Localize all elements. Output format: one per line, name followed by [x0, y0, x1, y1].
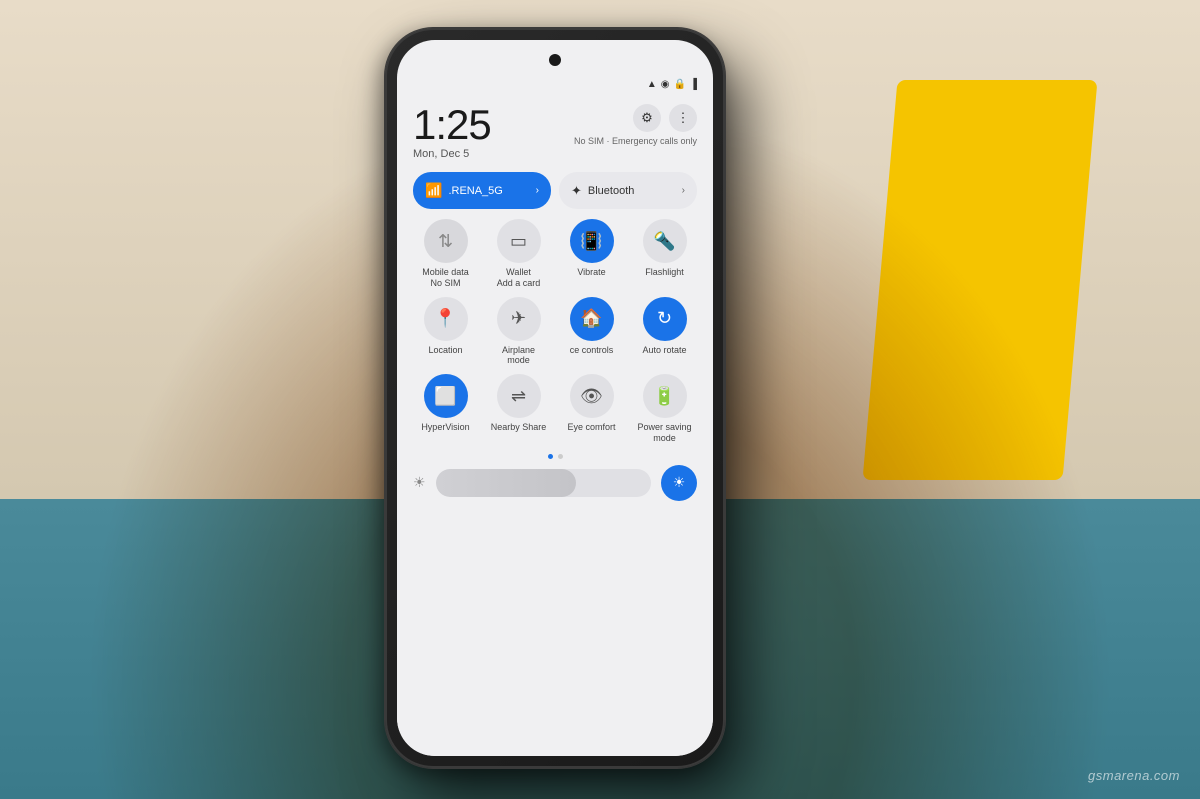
vibrate-label: Vibrate	[577, 267, 605, 278]
time-value: 1:25	[413, 104, 491, 146]
flashlight-icon: 🔦	[643, 219, 687, 263]
quick-settings-panel: 1:25 Mon, Dec 5 ⚙ ⋮ No SIM · Emergency c…	[397, 96, 713, 756]
toggle-location[interactable]: 📍 Location	[413, 297, 478, 367]
brightness-high-icon: ☀	[673, 474, 686, 491]
quick-toggle-grid: ⇅ Mobile dataNo SIM ▭ WalletAdd a card 📳…	[413, 219, 697, 444]
toggle-wallet[interactable]: ▭ WalletAdd a card	[486, 219, 551, 289]
auto-rotate-label: Auto rotate	[642, 345, 686, 356]
eye-comfort-label: Eye comfort	[567, 422, 615, 433]
power-saving-label: Power savingmode	[637, 422, 691, 444]
mobile-data-icon: ⇅	[424, 219, 468, 263]
airplane-icon: ✈	[497, 297, 541, 341]
brightness-track[interactable]	[436, 469, 651, 497]
bluetooth-label: Bluetooth	[588, 185, 676, 197]
wifi-tile-label: .RENA_5G	[448, 185, 529, 197]
airplane-label: Airplanemode	[502, 345, 535, 367]
hypervision-icon: ⬜	[424, 374, 468, 418]
brightness-high-button[interactable]: ☀	[661, 465, 697, 501]
wallet-label: WalletAdd a card	[497, 267, 541, 289]
connectivity-tiles: 📶 .RENA_5G › ✦ Bluetooth ›	[413, 172, 697, 209]
battery-icon: ▐	[690, 79, 697, 90]
wifi-tile[interactable]: 📶 .RENA_5G ›	[413, 172, 551, 209]
eye-comfort-icon: 👁	[570, 374, 614, 418]
auto-rotate-icon: ↻	[643, 297, 687, 341]
toggle-airplane[interactable]: ✈ Airplanemode	[486, 297, 551, 367]
status-bar: ▲ ◉ 🔒 ▐	[397, 72, 713, 96]
camera-hole	[549, 54, 561, 66]
wifi-status-icon: ▲	[647, 79, 657, 90]
device-controls-icon: 🏠	[570, 297, 614, 341]
brightness-fill	[436, 469, 576, 497]
toggle-vibrate[interactable]: 📳 Vibrate	[559, 219, 624, 289]
wifi-tile-icon: 📶	[425, 182, 442, 199]
settings-controls: ⚙ ⋮ No SIM · Emergency calls only	[574, 104, 697, 146]
phone-screen: ▲ ◉ 🔒 ▐ 1:25 Mon, Dec 5 ⚙	[397, 40, 713, 756]
toggle-auto-rotate[interactable]: ↻ Auto rotate	[632, 297, 697, 367]
location-icon: 📍	[424, 297, 468, 341]
date-value: Mon, Dec 5	[413, 148, 491, 160]
device-controls-label: ce controls	[570, 345, 614, 356]
signal-icon: ◉	[661, 79, 670, 90]
top-action-icons: ⚙ ⋮	[633, 104, 697, 132]
settings-button[interactable]: ⚙	[633, 104, 661, 132]
page-indicator	[413, 454, 697, 459]
mobile-data-label: Mobile dataNo SIM	[422, 267, 469, 289]
hypervision-label: HyperVision	[421, 422, 469, 433]
status-icons: ▲ ◉ 🔒 ▐	[647, 79, 697, 90]
vibrate-icon: 📳	[570, 219, 614, 263]
dot-1	[548, 454, 553, 459]
bluetooth-icon: ✦	[571, 183, 582, 199]
more-button[interactable]: ⋮	[669, 104, 697, 132]
nearby-share-label: Nearby Share	[491, 422, 547, 433]
lock-icon: 🔒	[673, 79, 685, 90]
toggle-flashlight[interactable]: 🔦 Flashlight	[632, 219, 697, 289]
dot-2	[558, 454, 563, 459]
toggle-nearby-share[interactable]: ⇌ Nearby Share	[486, 374, 551, 444]
location-label: Location	[428, 345, 462, 356]
phone-device: ▲ ◉ 🔒 ▐ 1:25 Mon, Dec 5 ⚙	[385, 28, 725, 768]
power-saving-icon: 🔋	[643, 374, 687, 418]
flashlight-label: Flashlight	[645, 267, 684, 278]
bluetooth-tile[interactable]: ✦ Bluetooth ›	[559, 172, 697, 209]
nearby-share-icon: ⇌	[497, 374, 541, 418]
time-section: 1:25 Mon, Dec 5 ⚙ ⋮ No SIM · Emergency c…	[413, 104, 697, 160]
brightness-low-icon: ☀	[413, 474, 426, 491]
toggle-power-saving[interactable]: 🔋 Power savingmode	[632, 374, 697, 444]
toggle-hypervision[interactable]: ⬜ HyperVision	[413, 374, 478, 444]
time-display: 1:25 Mon, Dec 5	[413, 104, 491, 160]
wifi-tile-arrow: ›	[536, 185, 539, 196]
phone-body: ▲ ◉ 🔒 ▐ 1:25 Mon, Dec 5 ⚙	[385, 28, 725, 768]
toggle-eye-comfort[interactable]: 👁 Eye comfort	[559, 374, 624, 444]
bluetooth-arrow: ›	[682, 185, 685, 196]
brightness-row: ☀ ☀	[413, 465, 697, 501]
sim-status: No SIM · Emergency calls only	[574, 136, 697, 146]
toggle-device-controls[interactable]: 🏠 ce controls	[559, 297, 624, 367]
wallet-icon: ▭	[497, 219, 541, 263]
toggle-mobile-data[interactable]: ⇅ Mobile dataNo SIM	[413, 219, 478, 289]
